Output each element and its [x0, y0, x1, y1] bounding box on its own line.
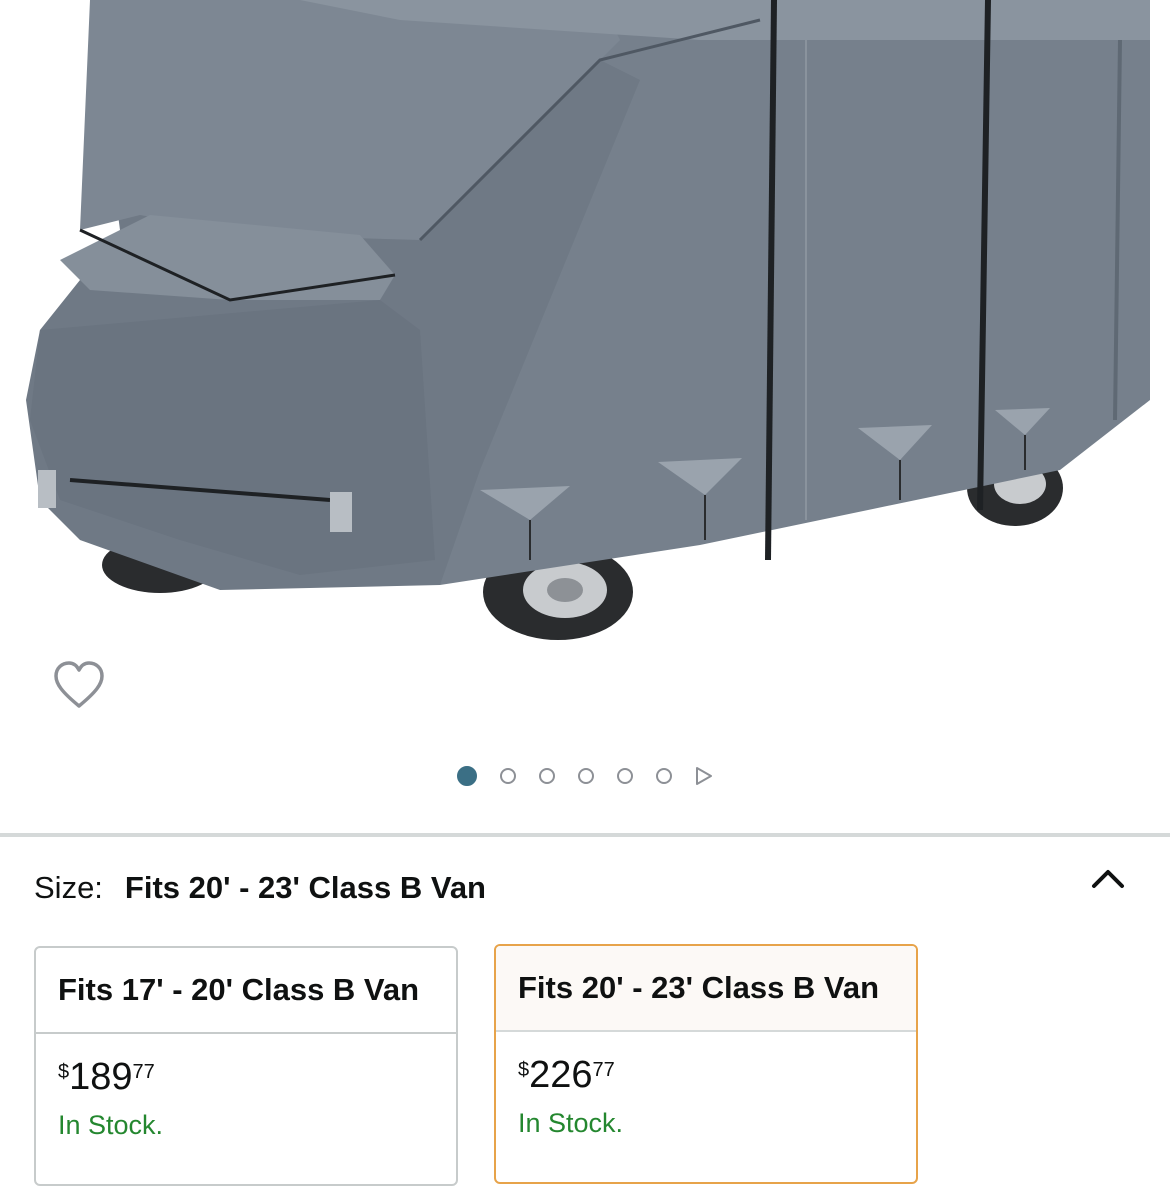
carousel-dot-2[interactable]	[500, 768, 516, 784]
price-currency: $	[58, 1061, 70, 1083]
size-option-title: Fits 17' - 20' Class B Van	[36, 948, 456, 1034]
chevron-up-icon[interactable]	[1088, 860, 1128, 900]
price-whole: 226	[529, 1054, 593, 1096]
product-image[interactable]	[0, 0, 1170, 740]
size-option-card-selected[interactable]: Fits 20' - 23' Class B Van $ 226 77 In S…	[494, 944, 918, 1184]
price-fraction: 77	[132, 1061, 155, 1083]
carousel-dot-6[interactable]	[656, 768, 672, 784]
selected-size-value: Fits 20' - 23' Class B Van	[124, 870, 486, 905]
carousel-dot-1[interactable]	[457, 766, 477, 786]
size-label: Size:	[34, 870, 103, 905]
play-triangle-icon[interactable]	[695, 766, 713, 786]
size-selector-header: Size: Fits 20' - 23' Class B Van	[34, 868, 486, 908]
carousel-dot-5[interactable]	[617, 768, 633, 784]
carousel-dot-3[interactable]	[539, 768, 555, 784]
carousel-dot-4[interactable]	[578, 768, 594, 784]
size-option-card[interactable]: Fits 17' - 20' Class B Van $ 189 77 In S…	[34, 946, 458, 1186]
availability-text: In Stock.	[58, 1110, 164, 1140]
section-divider	[0, 833, 1170, 837]
price-whole: 189	[69, 1056, 133, 1098]
image-carousel-dots	[0, 764, 1170, 788]
price: $ 189 77	[58, 1058, 456, 1096]
heart-outline-icon[interactable]	[52, 660, 106, 710]
size-option-title: Fits 20' - 23' Class B Van	[496, 946, 916, 1032]
price-currency: $	[518, 1059, 530, 1081]
price-fraction: 77	[592, 1059, 615, 1081]
price: $ 226 77	[518, 1056, 916, 1094]
availability-text: In Stock.	[518, 1108, 624, 1138]
